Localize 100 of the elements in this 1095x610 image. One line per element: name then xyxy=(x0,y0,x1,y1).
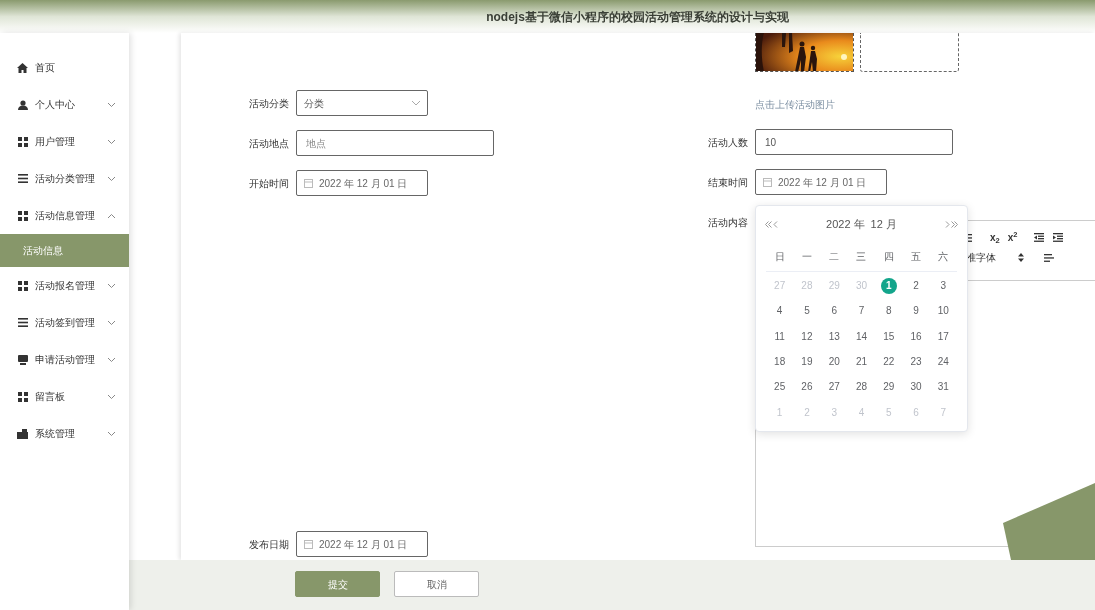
calendar-day[interactable]: 2 xyxy=(913,278,919,294)
format-button[interactable]: x$_{2}$ xyxy=(990,230,1000,245)
calendar-day[interactable]: 26 xyxy=(801,379,813,395)
chevron-icon xyxy=(412,101,420,105)
sidebar-label: 活动信息管理 xyxy=(35,209,96,223)
chevron-icon xyxy=(108,139,115,144)
field-label: 活动人数 xyxy=(707,135,748,150)
calendar-day[interactable]: 18 xyxy=(774,354,786,370)
previous-year-icon[interactable] xyxy=(765,220,772,228)
calendar-day[interactable]: 23 xyxy=(910,354,922,370)
outdent-icon[interactable] xyxy=(1034,233,1045,242)
field-label: 活动分类 xyxy=(248,96,289,111)
sidebar-item[interactable]: 活动签到管理 xyxy=(0,304,129,341)
sidebar-label: 活动分类管理 xyxy=(35,172,96,186)
date-field[interactable]: 2022 年 12 月 01 日 xyxy=(755,169,887,195)
sidebar-label: 用户管理 xyxy=(35,135,76,149)
sidebar-label: 个人中心 xyxy=(35,98,76,112)
calendar-day[interactable]: 6 xyxy=(831,303,837,319)
user-icon xyxy=(17,99,28,110)
calendar-day[interactable]: 19 xyxy=(801,354,813,370)
chevron-icon xyxy=(108,431,115,436)
sidebar-label: 申请活动管理 xyxy=(35,353,96,367)
field-label: 开始时间 xyxy=(248,176,289,191)
weekday-label: 五 xyxy=(911,250,922,264)
calendar-day[interactable]: 9 xyxy=(913,303,919,319)
calendar-day[interactable]: 22 xyxy=(883,354,895,370)
calendar-day[interactable]: 31 xyxy=(937,379,949,395)
sidebar-item[interactable]: 用户管理 xyxy=(0,123,129,160)
format-button[interactable]: x$^{2}$ xyxy=(1007,230,1018,245)
chevron-icon xyxy=(108,176,115,181)
calendar-day[interactable]: 4 xyxy=(776,303,783,319)
calendar-day[interactable]: 7 xyxy=(858,303,865,319)
input-field[interactable]: 地点 xyxy=(296,130,494,156)
upload-hint[interactable]: 点击上传活动图片 xyxy=(755,97,835,112)
page-title: nodejs基于微信小程序的校园活动管理系统的设计与实现 xyxy=(485,8,789,26)
calendar-day[interactable]: 12 xyxy=(801,328,813,344)
sidebar-item[interactable]: 个人中心 xyxy=(0,86,129,123)
calendar-day[interactable]: 13 xyxy=(828,328,840,344)
weekday-label: 一 xyxy=(801,250,812,264)
calendar-day[interactable]: 15 xyxy=(883,328,895,344)
weekday-label: 六 xyxy=(938,250,949,264)
field-label: 活动内容 xyxy=(707,216,748,230)
calendar-icon xyxy=(304,178,313,188)
cancel-button[interactable]: 取消 xyxy=(394,571,479,597)
sidebar-item[interactable]: 系统管理 xyxy=(0,415,129,452)
chevron-icon xyxy=(108,394,115,399)
calendar-day[interactable]: 17 xyxy=(937,328,949,344)
upload-slot[interactable] xyxy=(860,33,959,72)
updown-icon xyxy=(1018,253,1024,262)
calendar-month[interactable]: 12 月 xyxy=(870,215,897,233)
next-year-icon[interactable] xyxy=(951,220,958,228)
sidebar-label: 活动报名管理 xyxy=(35,279,96,293)
sidebar-label: 活动签到管理 xyxy=(35,316,96,330)
field-label: 活动地点 xyxy=(248,136,289,151)
select-field[interactable]: 分类 xyxy=(296,90,428,116)
monitor-icon xyxy=(17,354,28,365)
calendar-day[interactable]: 29 xyxy=(883,379,895,395)
calendar-day[interactable]: 30 xyxy=(910,379,922,395)
sidebar-label: 首页 xyxy=(35,61,56,75)
calendar-day[interactable]: 3 xyxy=(940,278,947,294)
weekday-label: 四 xyxy=(883,250,894,264)
grid-icon xyxy=(17,280,28,291)
calendar-day[interactable]: 21 xyxy=(855,354,868,370)
calendar-day[interactable]: 24 xyxy=(937,354,949,370)
calendar-day[interactable]: 11 xyxy=(774,328,785,344)
chevron-icon xyxy=(108,357,115,362)
chevron-icon xyxy=(108,320,115,325)
sidebar-item[interactable]: 留言板 xyxy=(0,378,129,415)
list-icon xyxy=(17,318,28,327)
sidebar-item[interactable]: 活动信息管理 xyxy=(0,197,129,234)
chevron-icon xyxy=(108,102,115,107)
weekday-label: 二 xyxy=(829,250,840,264)
date-field[interactable]: 2022 年 12 月 01 日 xyxy=(296,170,428,196)
briefcase-icon xyxy=(17,428,28,439)
sidebar-item[interactable]: 申请活动管理 xyxy=(0,341,129,378)
field-label: 发布日期 xyxy=(248,537,289,552)
indent-icon[interactable] xyxy=(1053,233,1064,242)
grid-icon xyxy=(17,391,28,402)
input-field[interactable]: 10 xyxy=(755,129,953,155)
calendar-day[interactable]: 20 xyxy=(828,354,840,370)
calendar-year[interactable]: 2022 年 xyxy=(826,215,865,233)
calendar-day[interactable]: 5 xyxy=(804,303,810,319)
calendar-day[interactable]: 28 xyxy=(855,379,868,395)
date-field[interactable]: 2022 年 12 月 01 日 xyxy=(296,531,428,557)
sidebar-item[interactable]: 活动报名管理 xyxy=(0,267,129,304)
calendar-icon xyxy=(763,177,772,187)
chevron-icon xyxy=(108,213,115,218)
list-icon xyxy=(17,174,28,183)
calendar-day[interactable]: 8 xyxy=(886,303,892,319)
calendar-day[interactable]: 25 xyxy=(774,379,786,395)
sidebar-item[interactable]: 活动分类管理 xyxy=(0,160,129,197)
calendar-day[interactable]: 16 xyxy=(910,328,922,344)
calendar-day[interactable]: 10 xyxy=(937,303,949,319)
weekday-label: 三 xyxy=(856,250,867,264)
sidebar-item[interactable]: 首页 xyxy=(0,49,129,86)
align-left-icon[interactable] xyxy=(1044,253,1054,262)
calendar-day[interactable]: 14 xyxy=(855,328,868,344)
calendar-day[interactable]: 27 xyxy=(828,379,840,395)
sidebar-label: 留言板 xyxy=(35,390,66,404)
calendar-icon xyxy=(304,539,313,549)
